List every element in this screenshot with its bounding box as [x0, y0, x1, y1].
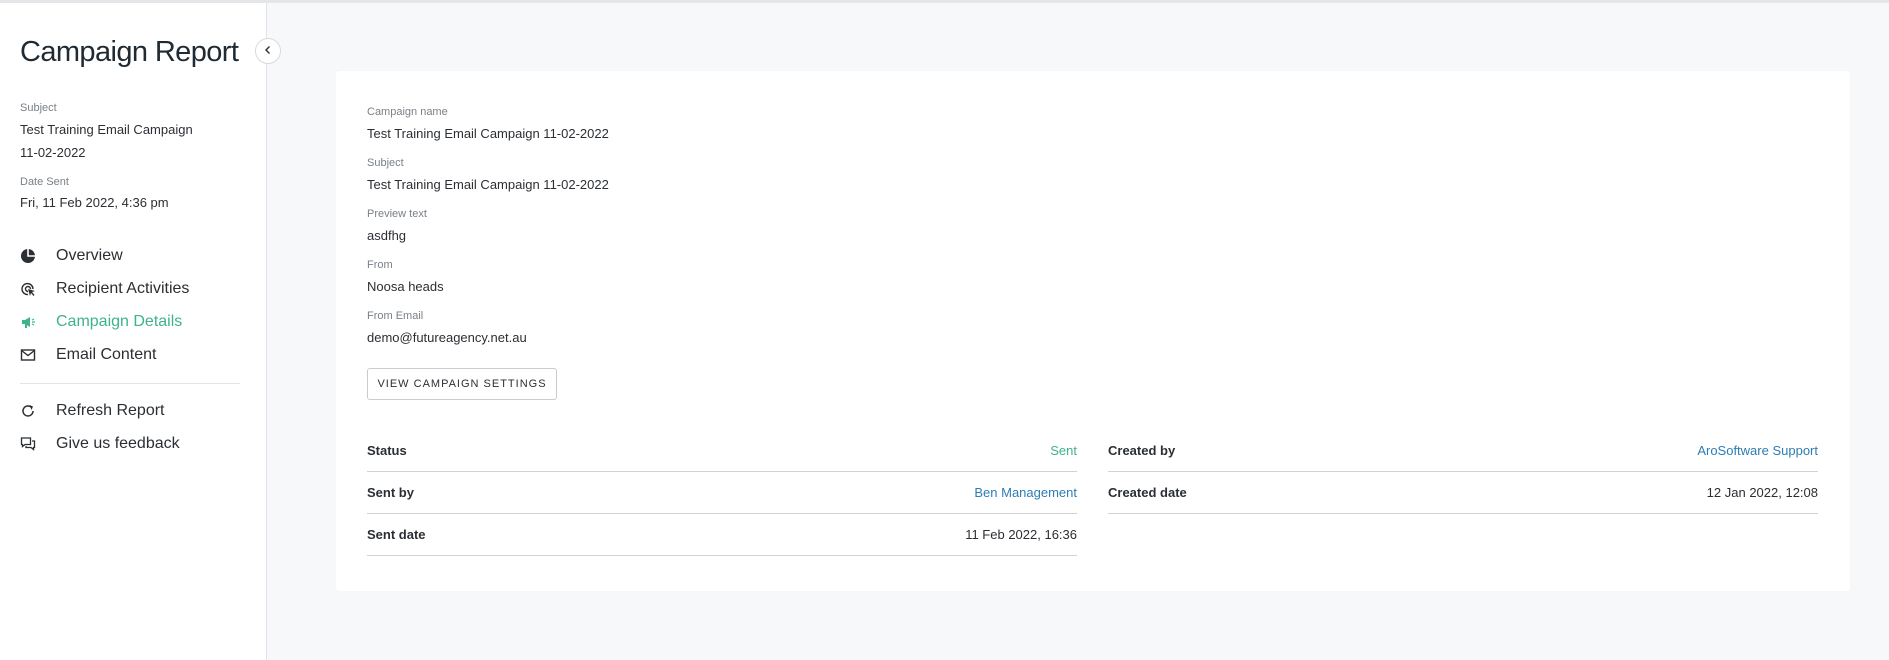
- sidebar: Campaign Report Subject Test Training Em…: [0, 3, 267, 660]
- field-from-email: From Email demo@futureagency.net.au: [367, 310, 527, 345]
- view-campaign-settings-button[interactable]: VIEW CAMPAIGN SETTINGS: [367, 368, 557, 400]
- status-badge: Sent: [1050, 443, 1077, 458]
- info-key: Created by: [1108, 443, 1176, 458]
- info-key: Sent by: [367, 485, 414, 500]
- field-preview-text: Preview text asdfhg: [367, 208, 427, 243]
- info-key: Status: [367, 443, 407, 458]
- give-feedback-button[interactable]: Give us feedback: [20, 427, 240, 460]
- nav-label: Recipient Activities: [56, 279, 190, 297]
- info-row-sent-date: Sent date 11 Feb 2022, 16:36: [367, 514, 1077, 556]
- nav-overview[interactable]: Overview: [20, 239, 240, 272]
- page-title: Campaign Report: [20, 36, 239, 68]
- info-value: 11 Feb 2022, 16:36: [965, 527, 1077, 542]
- field-label: From Email: [367, 310, 424, 322]
- report-nav: Overview Recipient Activities Campaign D…: [20, 239, 240, 460]
- refresh-icon: [20, 403, 36, 419]
- cursor-click-icon: [20, 281, 36, 297]
- refresh-report-button[interactable]: Refresh Report: [20, 394, 240, 427]
- chat-bubbles-icon: [20, 436, 36, 452]
- field-value: Test Training Email Campaign 11-02-2022: [367, 126, 609, 141]
- date-sent-value: Fri, 11 Feb 2022, 4:36 pm: [20, 195, 169, 210]
- nav-label: Campaign Details: [56, 312, 183, 330]
- created-by-link[interactable]: AroSoftware Support: [1697, 443, 1818, 458]
- info-key: Created date: [1108, 485, 1187, 500]
- field-label: From: [367, 259, 393, 271]
- field-label: Preview text: [367, 208, 427, 220]
- megaphone-icon: [20, 314, 36, 330]
- info-row-sent-by: Sent by Ben Management: [367, 472, 1077, 514]
- field-value: demo@futureagency.net.au: [367, 330, 527, 345]
- subject-label: Subject: [20, 102, 57, 114]
- info-table-right: Created by AroSoftware Support Created d…: [1108, 430, 1818, 514]
- subject-value: Test Training Email Campaign 11-02-2022: [20, 118, 250, 164]
- envelope-icon: [20, 347, 36, 363]
- info-row-created-date: Created date 12 Jan 2022, 12:08: [1108, 472, 1818, 514]
- collapse-sidebar-button[interactable]: [255, 38, 281, 64]
- action-label: Give us feedback: [56, 434, 180, 452]
- pie-chart-icon: [20, 248, 36, 264]
- nav-label: Email Content: [56, 345, 157, 363]
- subject-line-1: Test Training Email Campaign: [20, 122, 193, 137]
- nav-divider: [20, 383, 240, 384]
- campaign-details-card: Campaign name Test Training Email Campai…: [336, 71, 1850, 591]
- info-row-created-by: Created by AroSoftware Support: [1108, 430, 1818, 472]
- chevron-left-icon: [263, 42, 273, 60]
- subject-line-2: 11-02-2022: [20, 145, 86, 160]
- date-sent-label: Date Sent: [20, 176, 69, 188]
- field-from: From Noosa heads: [367, 259, 444, 294]
- info-row-status: Status Sent: [367, 430, 1077, 472]
- info-table-left: Status Sent Sent by Ben Management Sent …: [367, 430, 1077, 556]
- info-value: 12 Jan 2022, 12:08: [1706, 485, 1818, 500]
- nav-recipient-activities[interactable]: Recipient Activities: [20, 272, 240, 305]
- field-value: asdfhg: [367, 228, 407, 243]
- sent-by-link[interactable]: Ben Management: [974, 485, 1077, 500]
- field-subject: Subject Test Training Email Campaign 11-…: [367, 157, 609, 192]
- field-value: Noosa heads: [367, 279, 444, 294]
- top-border: [0, 0, 1889, 3]
- action-label: Refresh Report: [56, 401, 165, 419]
- nav-campaign-details[interactable]: Campaign Details: [20, 305, 240, 338]
- nav-label: Overview: [56, 246, 123, 264]
- info-key: Sent date: [367, 527, 426, 542]
- field-label: Campaign name: [367, 106, 448, 118]
- field-label: Subject: [367, 157, 404, 169]
- field-value: Test Training Email Campaign 11-02-2022: [367, 177, 609, 192]
- field-campaign-name: Campaign name Test Training Email Campai…: [367, 106, 609, 141]
- nav-email-content[interactable]: Email Content: [20, 338, 240, 371]
